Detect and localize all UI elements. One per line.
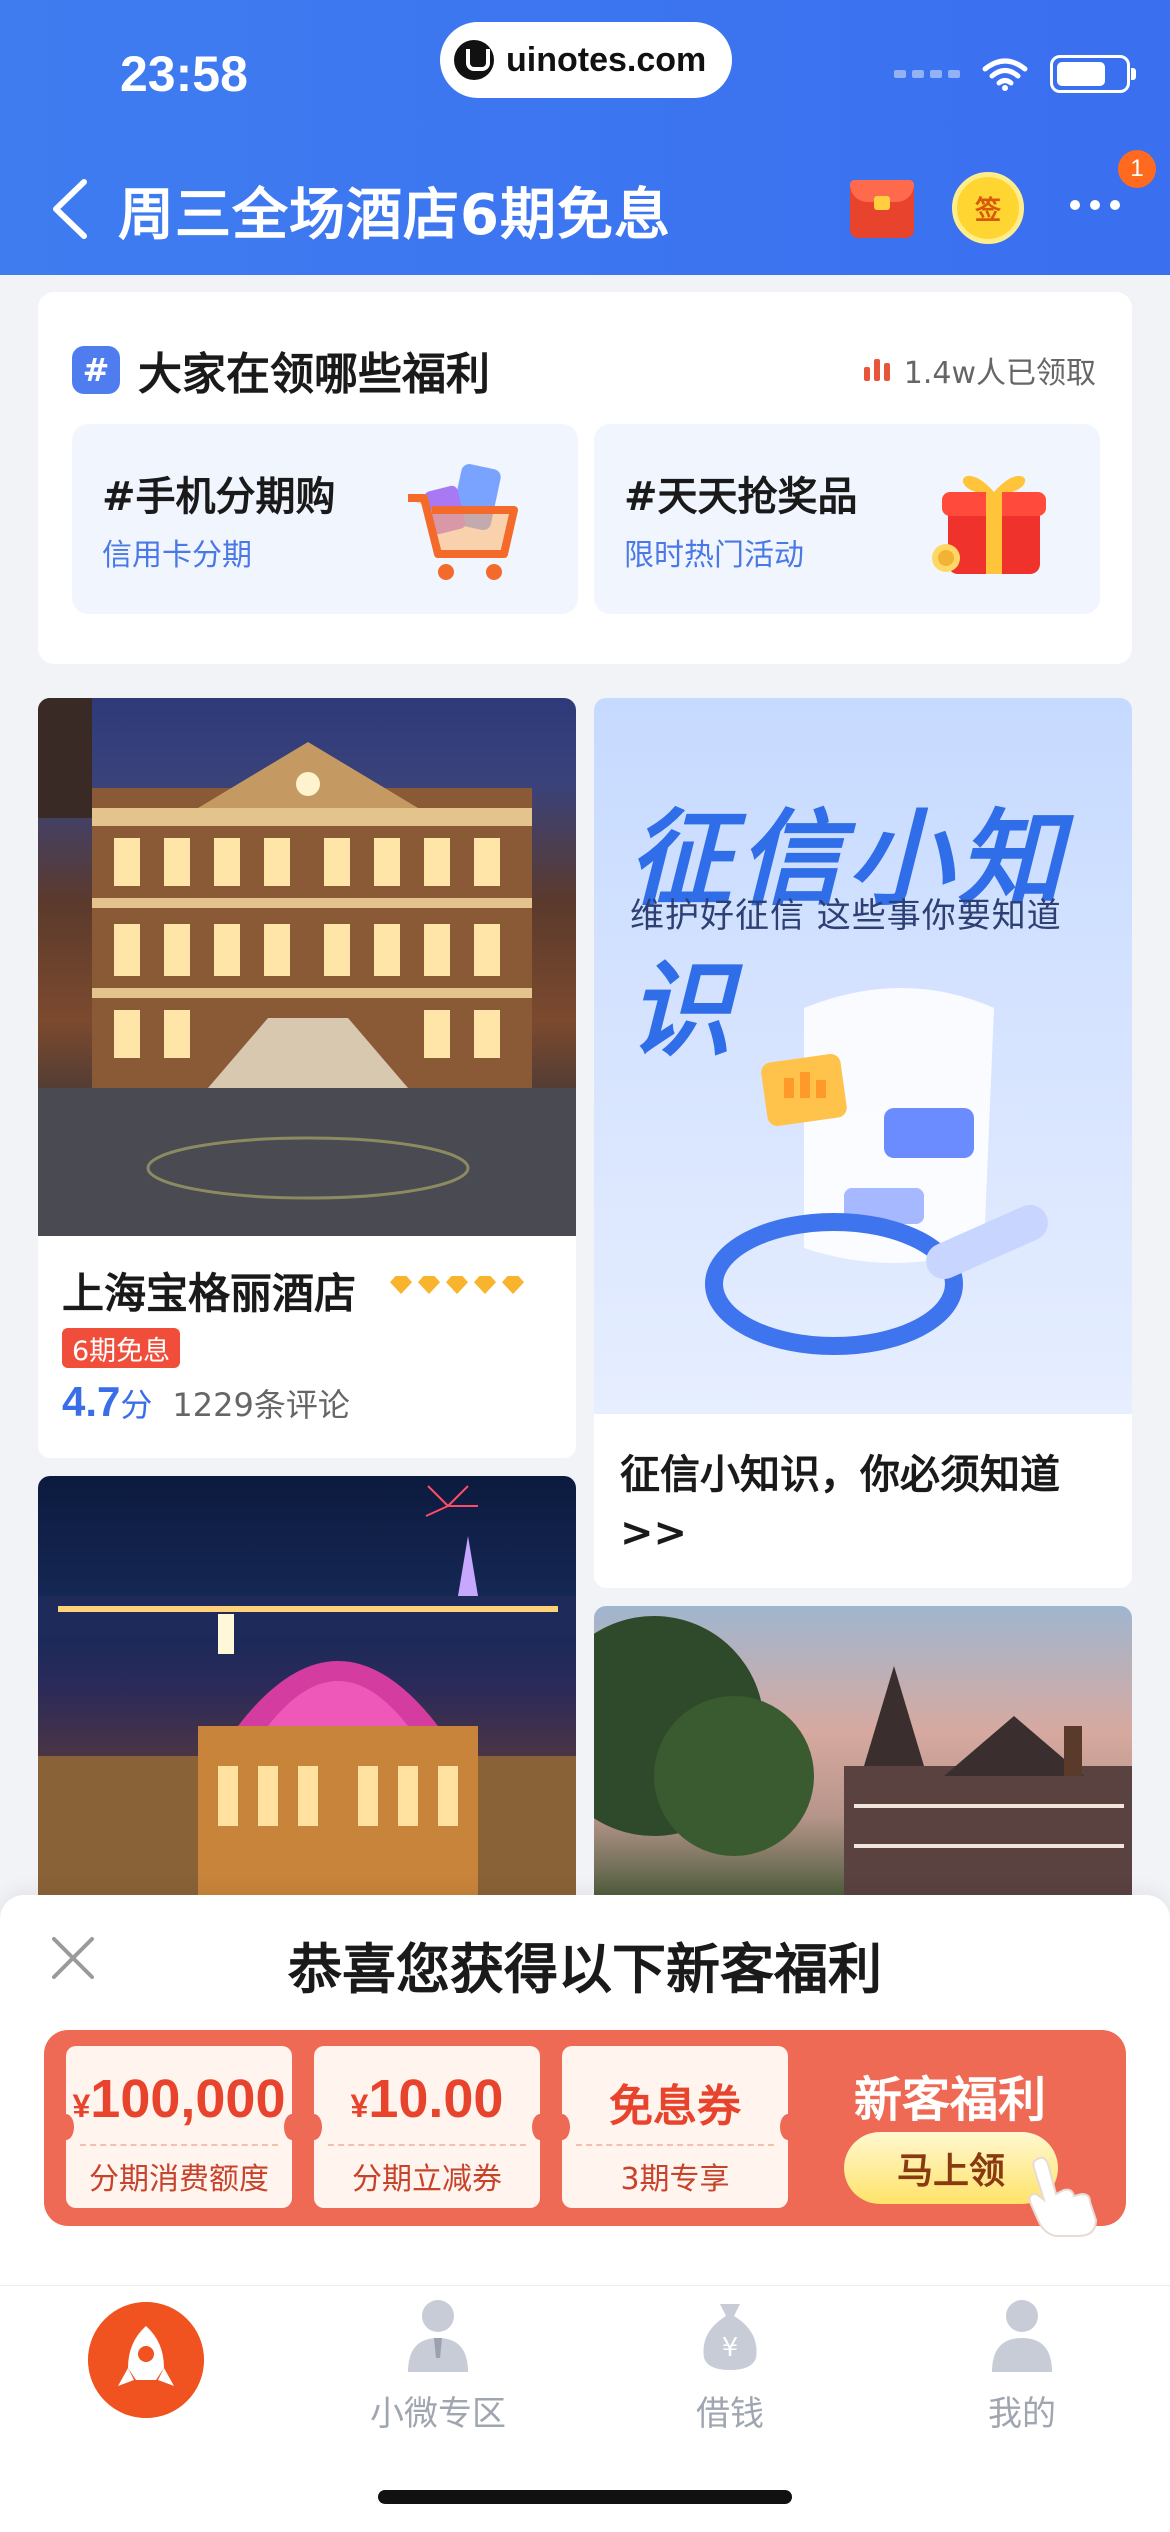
tile-subtitle: 限时热门活动	[624, 538, 804, 573]
claimed-count-text: 1.4w人已领取	[903, 356, 1096, 391]
svg-text:¥: ¥	[722, 2333, 739, 2363]
rating-unit: 分	[120, 1386, 153, 1424]
diamond-icon	[446, 1276, 468, 1294]
hotel-rating: 4.7 分 1229条评论	[62, 1378, 350, 1426]
night-hotel-photo	[38, 1476, 576, 1896]
tab-label: 小微专区	[370, 2394, 506, 2434]
amount-value: 100,000	[90, 2069, 286, 2129]
sign-in-button[interactable]: 签	[952, 172, 1024, 244]
diamond-icon	[474, 1276, 496, 1294]
hashtag-icon: #	[72, 346, 120, 394]
welfare-title: 大家在领哪些福利	[138, 349, 490, 400]
coupon-text: 免息券	[609, 2081, 741, 2132]
user-icon	[992, 2300, 1052, 2372]
rating-score: 4.7	[62, 1378, 121, 1425]
status-time: 23:58	[120, 46, 248, 102]
night-hotel-illustration	[38, 1485, 576, 1896]
banner-subtitle: 维护好征信 这些事你要知道	[630, 896, 1062, 936]
shopping-cart-icon	[408, 464, 518, 580]
article-caption: 征信小知识，你必须知道>>	[620, 1452, 1060, 1556]
money-bag-icon: ¥	[703, 2304, 757, 2370]
currency-symbol: ¥	[350, 2088, 369, 2124]
hotel-stars	[390, 1276, 524, 1294]
signal-icon	[894, 70, 960, 78]
coupon-interest-free: 免息券 3期专享	[554, 2046, 796, 2208]
site-name: uinotes.com	[506, 40, 707, 79]
coupon-divider	[80, 2144, 278, 2146]
tab-label: 借钱	[696, 2394, 764, 2434]
hotel-building-illustration	[38, 698, 576, 1236]
coupon-amount: ¥10.00	[314, 2068, 540, 2130]
tab-home[interactable]	[0, 2286, 292, 2486]
coupon-label: 分期消费额度	[89, 2162, 269, 2197]
tab-label: 我的	[988, 2394, 1056, 2434]
gift-box-icon	[932, 475, 1046, 574]
review-count: 1229条评论	[172, 1386, 350, 1424]
tile-title: #手机分期购	[102, 474, 336, 520]
magnifier-document-icon	[705, 988, 1048, 1355]
tab-small-business[interactable]: 小微专区	[292, 2286, 584, 2486]
site-logo-icon	[454, 40, 494, 80]
benefit-strip: ¥100,000 分期消费额度 ¥10.00 分期立减券 免息券 3期专享 新客…	[44, 2030, 1126, 2237]
site-badge: uinotes.com	[440, 22, 732, 98]
tab-mine[interactable]: 我的	[876, 2286, 1168, 2486]
diamond-icon	[502, 1276, 524, 1294]
header: 23:58 uinotes.com 周三全场酒店6期免息 签 1	[0, 0, 1170, 275]
coupon-divider	[576, 2144, 774, 2146]
diamond-icon	[418, 1276, 440, 1294]
installment-tag: 6期免息	[62, 1328, 181, 1368]
tile-subtitle: 信用卡分期	[102, 538, 252, 573]
coupon-label: 分期立减券	[352, 2162, 502, 2197]
coupon-divider	[328, 2144, 526, 2146]
status-icons	[894, 55, 1136, 93]
welfare-tile-daily-prize[interactable]: #天天抢奖品 限时热门活动	[594, 424, 1100, 614]
hotel-name: 上海宝格丽酒店	[62, 1269, 357, 1318]
amount-value: 10.00	[368, 2069, 504, 2129]
tile-title: #天天抢奖品	[624, 474, 858, 520]
hotel-photo	[38, 698, 576, 1236]
business-person-icon	[408, 2300, 468, 2372]
pointing-hand-icon	[1028, 2156, 1098, 2237]
castle-hotel-photo	[594, 1606, 1132, 1926]
red-packet-icon[interactable]	[850, 180, 914, 238]
hotel-card-castle[interactable]	[594, 1606, 1132, 1926]
hotel-card-night[interactable]	[38, 1476, 576, 1916]
rocket-home-icon	[88, 2302, 204, 2418]
coupon-credit-limit: ¥100,000 分期消费额度	[58, 2046, 300, 2208]
tab-borrow[interactable]: ¥ 借钱	[584, 2286, 876, 2486]
castle-illustration	[594, 1616, 1132, 1906]
notification-badge: 1	[1118, 150, 1156, 188]
back-arrow-icon[interactable]	[48, 178, 92, 240]
welfare-header: # 大家在领哪些福利	[72, 338, 490, 402]
bars-icon	[863, 359, 890, 381]
page-title: 周三全场酒店6期免息	[118, 183, 671, 248]
welfare-tile-phone-installment[interactable]: #手机分期购 信用卡分期	[72, 424, 578, 614]
hotel-card[interactable]: 上海宝格丽酒店 6期免息 4.7 分 1229条评论	[38, 698, 576, 1458]
coupon-label: 3期专享	[620, 2162, 730, 2197]
battery-icon	[1050, 55, 1136, 93]
currency-symbol: ¥	[72, 2088, 91, 2124]
popup-title: 恭喜您获得以下新客福利	[288, 1938, 882, 2001]
new-user-benefit-popup: 恭喜您获得以下新客福利 ¥100,000 分期消费额度 ¥10.00 分期立减券…	[0, 1895, 1170, 2285]
coupon-amount: ¥100,000	[66, 2068, 292, 2130]
credit-article-card[interactable]: 征信小知识 维护好征信 这些事你要知道 征信小知识，你必须知道>>	[594, 698, 1132, 1588]
more-menu-icon[interactable]	[1070, 190, 1130, 220]
diamond-icon	[390, 1276, 412, 1294]
newbie-benefit-title: 新客福利	[854, 2072, 1047, 2128]
credit-banner: 征信小知识 维护好征信 这些事你要知道	[594, 698, 1132, 1414]
wifi-icon	[982, 58, 1028, 91]
coupon-discount: ¥10.00 分期立减券	[306, 2046, 548, 2208]
welfare-card: # 大家在领哪些福利 1.4w人已领取 #手机分期购 信用卡分期 #天天抢奖品 …	[38, 292, 1132, 664]
claimed-count: 1.4w人已领取	[863, 348, 1096, 392]
home-indicator	[378, 2490, 792, 2504]
